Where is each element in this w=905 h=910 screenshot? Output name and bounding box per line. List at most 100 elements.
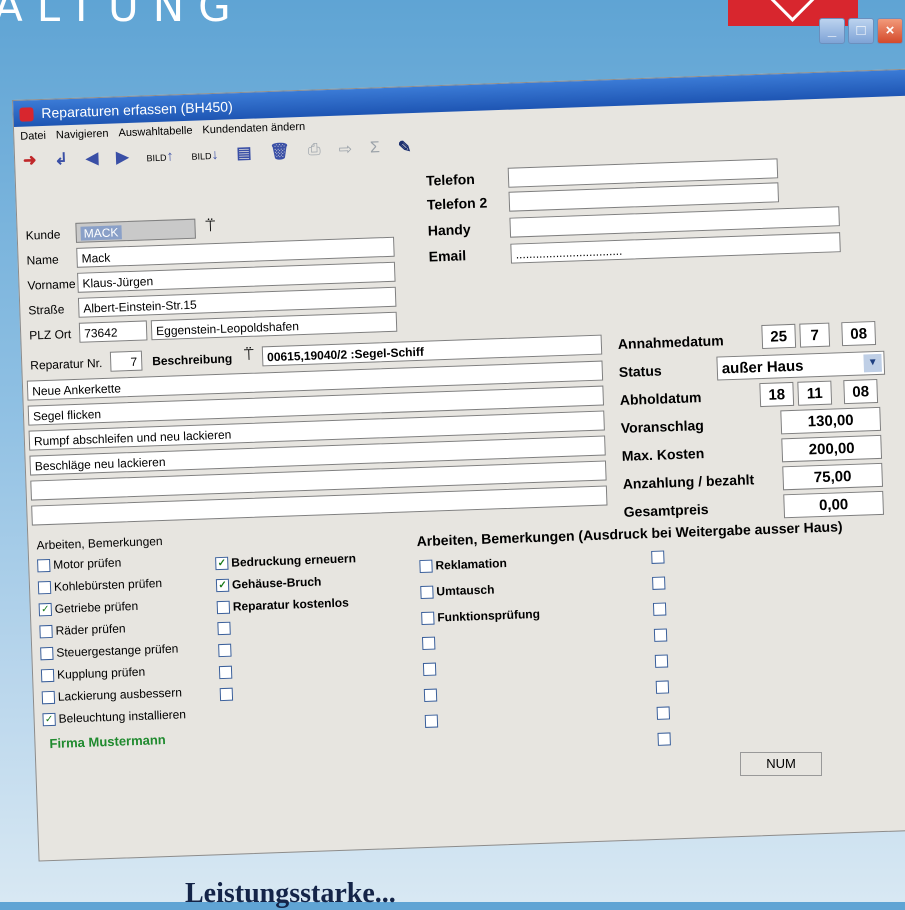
checkbox-item[interactable] bbox=[422, 662, 439, 676]
checkbox[interactable]: ✓ bbox=[42, 712, 56, 726]
checkbox[interactable]: ✓ bbox=[38, 602, 53, 616]
checkbox[interactable] bbox=[216, 600, 231, 614]
checkbox-item[interactable] bbox=[657, 732, 673, 746]
checkbox[interactable] bbox=[424, 714, 439, 728]
checkbox[interactable] bbox=[219, 687, 234, 702]
checkbox[interactable] bbox=[217, 621, 231, 636]
checkbox[interactable] bbox=[652, 576, 666, 590]
checkbox[interactable] bbox=[37, 580, 52, 594]
checkbox-item[interactable] bbox=[652, 576, 668, 590]
voranschlag-field[interactable]: 130,00 bbox=[780, 406, 882, 435]
checkbox[interactable]: ✓ bbox=[215, 578, 230, 592]
checkbox-item[interactable] bbox=[424, 714, 441, 728]
checkbox-item[interactable] bbox=[423, 688, 440, 702]
checkbox-item[interactable] bbox=[654, 654, 671, 668]
menu-kundendaten[interactable]: Kundendaten ändern bbox=[202, 117, 305, 141]
checkbox-item[interactable]: Lackierung ausbessern bbox=[41, 685, 182, 704]
checkbox[interactable] bbox=[651, 550, 665, 564]
minimize-button[interactable]: _ bbox=[819, 18, 845, 44]
checkbox[interactable] bbox=[218, 665, 233, 680]
sum-icon[interactable]: Σ bbox=[370, 139, 381, 157]
checkbox[interactable] bbox=[40, 646, 54, 660]
checkbox-item[interactable]: ✓ Bedruckung erneuern bbox=[215, 551, 356, 570]
tools-icon[interactable]: ✎ bbox=[398, 137, 412, 157]
checkbox-item[interactable]: Umtausch bbox=[420, 582, 495, 599]
checkbox-item[interactable]: Räder prüfen bbox=[39, 621, 126, 638]
kunde-field[interactable]: MACK bbox=[75, 218, 196, 243]
export-icon[interactable]: ⇨ bbox=[338, 139, 352, 159]
checkbox-item[interactable] bbox=[217, 621, 233, 636]
checkbox-item[interactable] bbox=[652, 602, 669, 616]
checkbox[interactable] bbox=[653, 628, 668, 642]
exit-icon[interactable]: ➜ bbox=[23, 150, 37, 170]
menu-datei[interactable]: Datei bbox=[20, 126, 46, 147]
checkbox-item[interactable]: ✓ Beleuchtung installieren bbox=[42, 707, 186, 726]
abhol-day[interactable]: 18 bbox=[759, 381, 795, 408]
strasse-label: Straße bbox=[28, 302, 65, 318]
checkbox[interactable] bbox=[419, 559, 433, 573]
arrow-left-icon[interactable]: ◀ bbox=[86, 148, 99, 168]
maxkosten-field[interactable]: 200,00 bbox=[781, 434, 883, 463]
page-down-button[interactable]: BILD↓ bbox=[191, 146, 218, 163]
checkbox[interactable] bbox=[654, 654, 669, 668]
annahme-month[interactable]: 7 bbox=[799, 322, 831, 348]
checkbox-item[interactable] bbox=[218, 643, 234, 658]
checkbox[interactable] bbox=[656, 706, 671, 720]
checkbox[interactable] bbox=[657, 732, 671, 746]
checkbox[interactable] bbox=[420, 585, 434, 599]
checkbox-item[interactable]: Steuergestange prüfen bbox=[40, 642, 179, 661]
checkbox-item[interactable] bbox=[421, 636, 438, 651]
arrow-right-icon[interactable]: ▶ bbox=[116, 147, 129, 167]
checkbox[interactable] bbox=[421, 611, 435, 625]
status-select[interactable]: außer Haus ▼ bbox=[716, 350, 886, 381]
checkbox-item[interactable] bbox=[656, 706, 673, 720]
checkbox[interactable] bbox=[40, 668, 55, 682]
checkbox-item[interactable] bbox=[219, 687, 236, 702]
chevron-down-icon[interactable]: ▼ bbox=[863, 353, 883, 373]
delete-icon[interactable]: 🗑 bbox=[269, 141, 290, 162]
checkbox-item[interactable]: Reparatur kostenlos bbox=[216, 596, 349, 615]
checkbox-item[interactable]: ✓ Gehäuse-Bruch bbox=[215, 575, 322, 593]
anzahlung-field[interactable]: 75,00 bbox=[782, 462, 884, 491]
print-icon[interactable]: ⎙ bbox=[308, 141, 321, 159]
close-button[interactable]: × bbox=[877, 18, 903, 44]
checkbox-item[interactable]: Kohlebürsten prüfen bbox=[37, 576, 162, 594]
telefon2-field[interactable] bbox=[508, 182, 780, 212]
checkbox-item[interactable] bbox=[651, 550, 667, 564]
checkbox-item[interactable] bbox=[218, 665, 235, 680]
checkbox[interactable]: ✓ bbox=[215, 556, 229, 570]
checkbox-item[interactable]: Funktionsprüfung bbox=[421, 607, 540, 625]
page-up-button[interactable]: BILD↑ bbox=[146, 147, 173, 164]
annahme-year[interactable]: 08 bbox=[841, 321, 877, 347]
checkbox[interactable] bbox=[652, 602, 667, 616]
checkbox[interactable] bbox=[422, 662, 437, 676]
checkbox[interactable] bbox=[39, 624, 53, 638]
checkbox-item[interactable]: Reklamation bbox=[419, 556, 507, 573]
checkbox[interactable] bbox=[423, 688, 438, 702]
menu-auswahltabelle[interactable]: Auswahltabelle bbox=[118, 121, 193, 144]
checkbox-item[interactable] bbox=[653, 628, 670, 642]
checkbox-item[interactable]: ✓ Getriebe prüfen bbox=[38, 599, 138, 616]
maximize-button[interactable]: □ bbox=[848, 18, 874, 44]
checkbox[interactable] bbox=[218, 643, 232, 658]
reparatur-nr-field[interactable]: 7 bbox=[109, 350, 143, 372]
email-field[interactable]: ................................ bbox=[510, 232, 841, 264]
table-icon[interactable]: ▤ bbox=[236, 143, 252, 164]
checkbox-item[interactable] bbox=[655, 680, 672, 694]
checkbox-item[interactable]: Motor prüfen bbox=[37, 555, 121, 572]
checkbox[interactable] bbox=[37, 558, 51, 572]
gesamtpreis-field[interactable]: 0,00 bbox=[783, 490, 885, 519]
return-icon[interactable]: ↲ bbox=[54, 149, 68, 169]
abhol-month[interactable]: 11 bbox=[797, 380, 833, 406]
checkbox[interactable] bbox=[41, 690, 56, 704]
plz-field[interactable]: 73642 bbox=[78, 320, 148, 343]
checkbox[interactable] bbox=[655, 680, 670, 694]
ort-field[interactable]: Eggenstein-Leopoldshafen bbox=[150, 311, 398, 341]
lookup-icon-2[interactable]: ⍡ bbox=[244, 347, 254, 365]
lookup-icon[interactable]: ⍡ bbox=[205, 218, 215, 236]
annahme-day[interactable]: 25 bbox=[761, 323, 797, 349]
checkbox-item[interactable]: Kupplung prüfen bbox=[40, 665, 146, 683]
abhol-year[interactable]: 08 bbox=[843, 378, 879, 405]
menu-navigieren[interactable]: Navigieren bbox=[56, 124, 109, 146]
checkbox[interactable] bbox=[421, 636, 436, 651]
